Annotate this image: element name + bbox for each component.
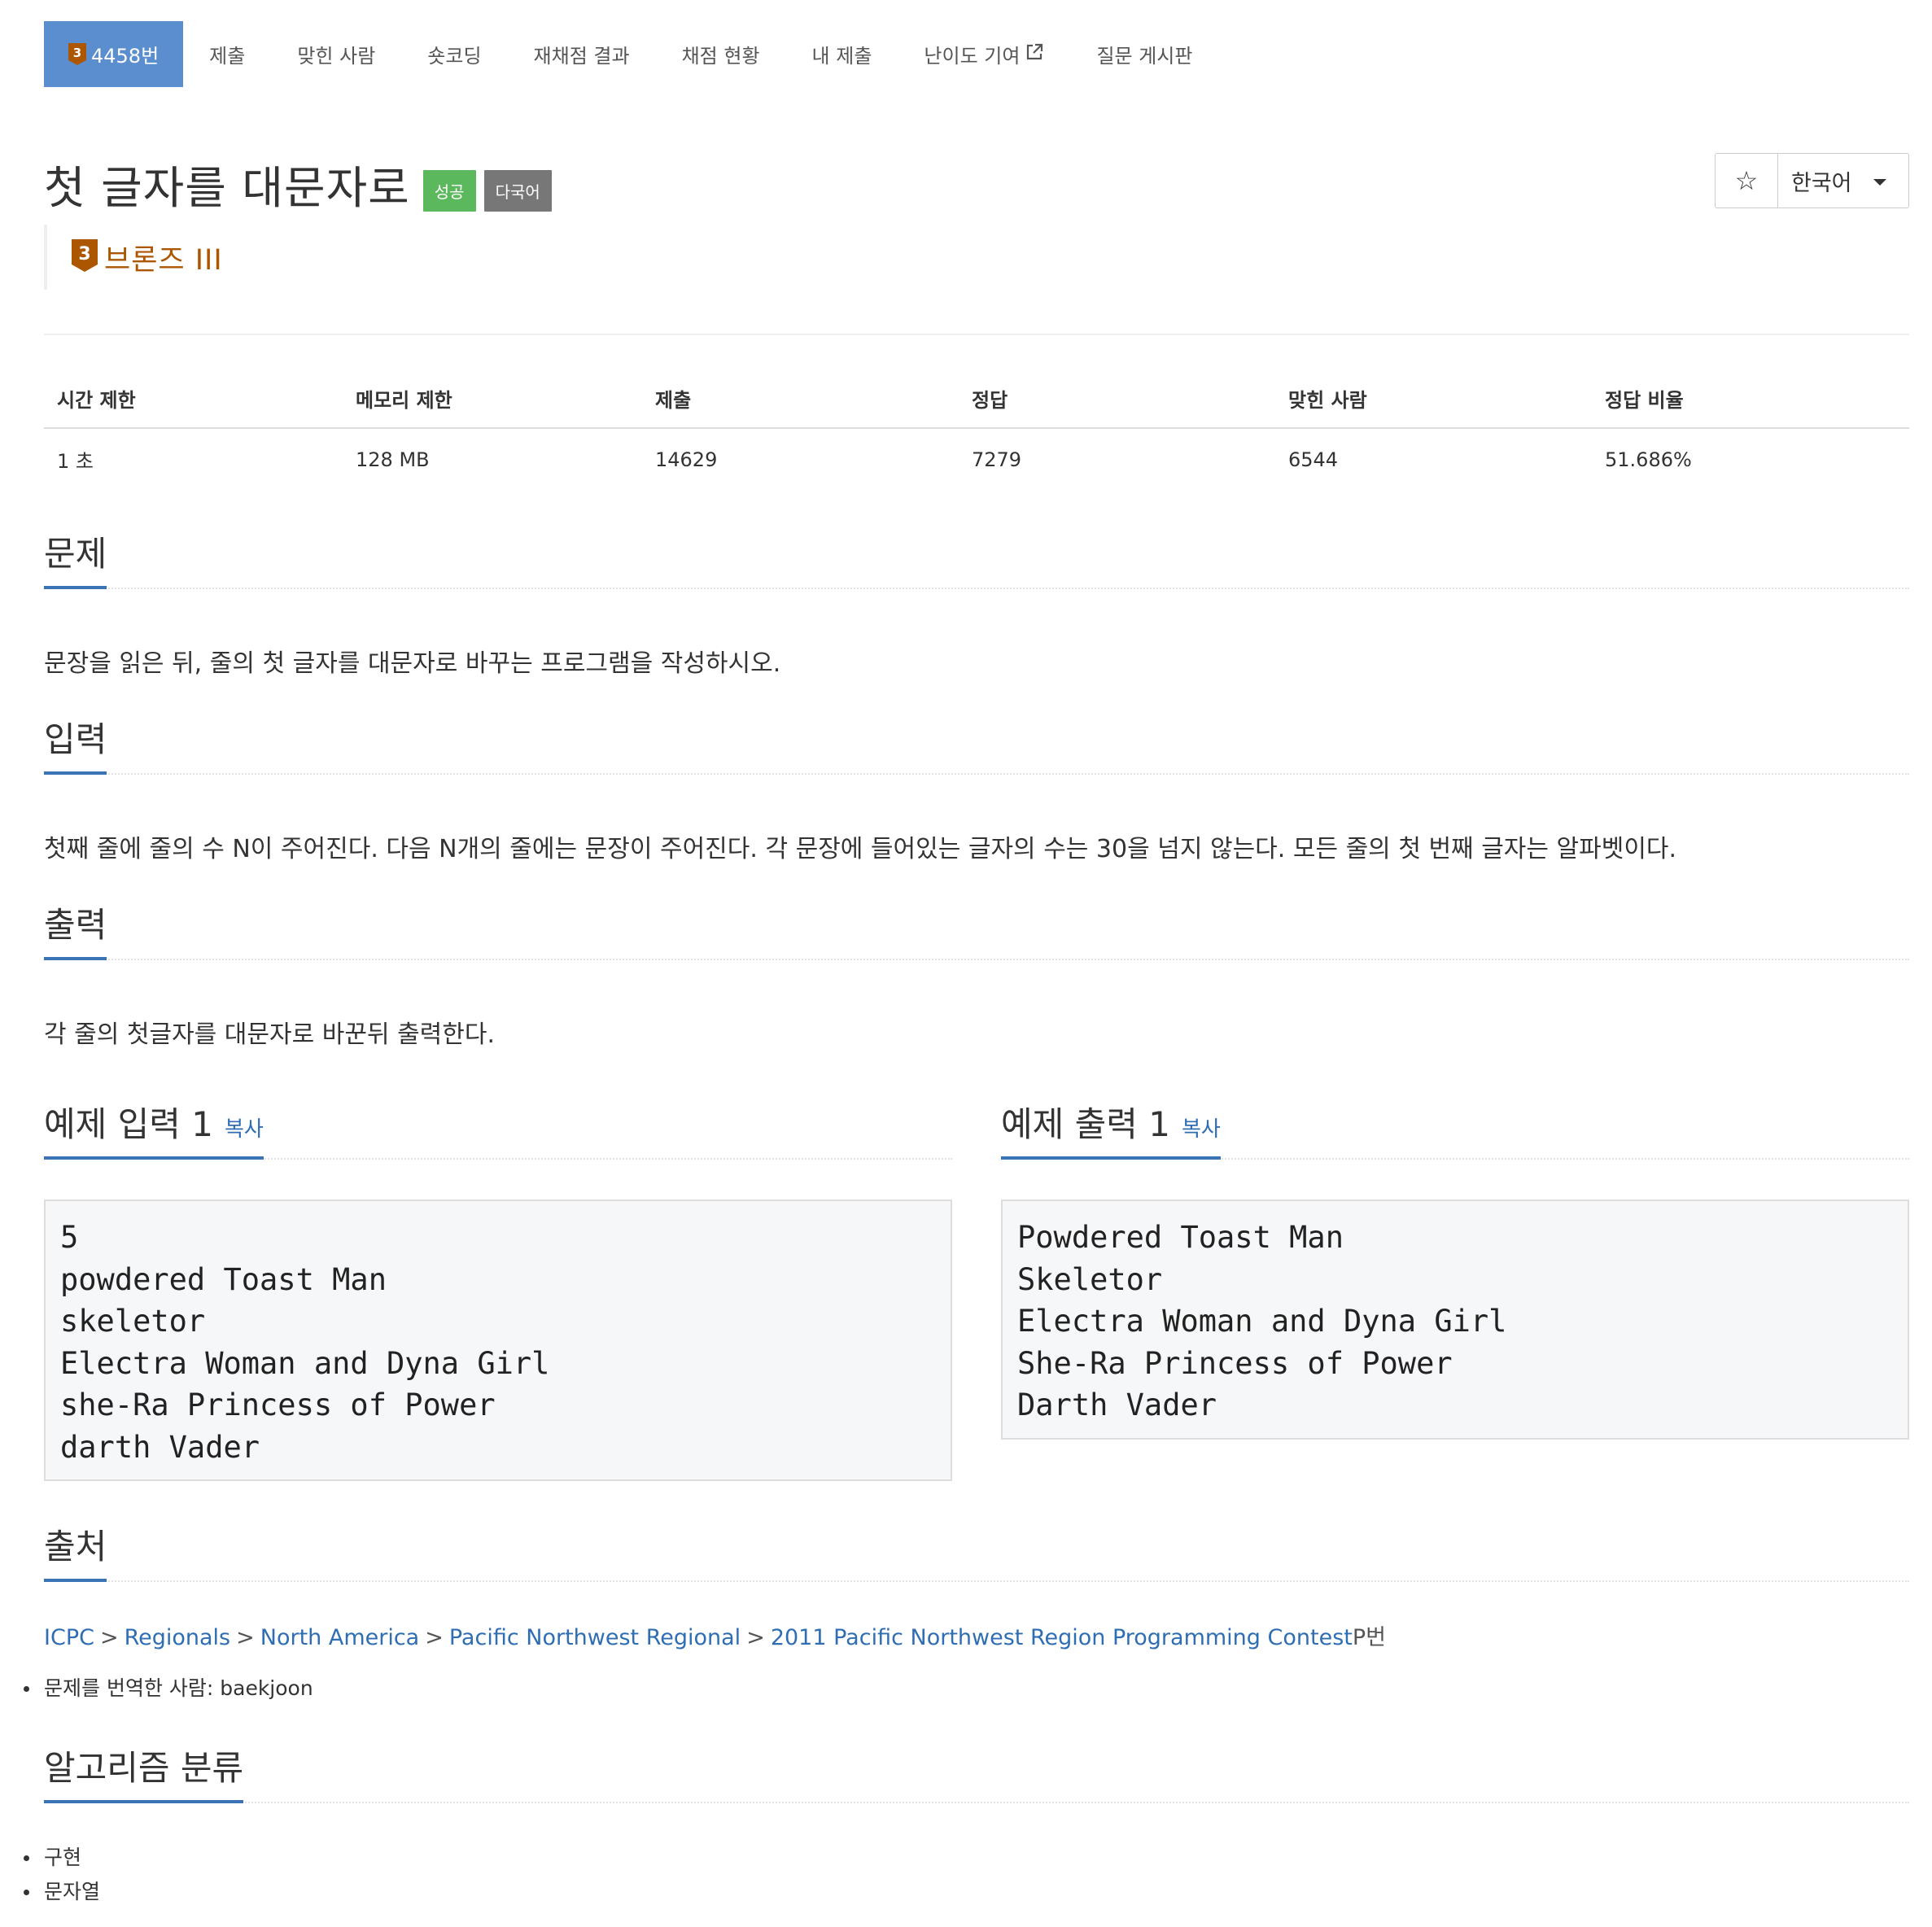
input-title: 입력: [44, 712, 107, 775]
problem-nav: 3 4458번 제출 맞힌 사람 숏코딩 재채점 결과 채점 현황 내 제출 난…: [44, 21, 1218, 87]
multilang-badge: 다국어: [483, 169, 552, 212]
algorithm-title: 알고리즘 분류: [44, 1741, 244, 1803]
nav-problem-number-label: 4458번: [91, 45, 160, 68]
info-header-accepted: 정답: [959, 374, 1275, 429]
info-submissions: 14629: [655, 448, 718, 471]
info-header-ratio: 정답 비율: [1592, 374, 1909, 429]
problem-info-table: 시간 제한 메모리 제한 제출 정답 맞힌 사람 정답 비율 1 초 128 M…: [44, 374, 1909, 485]
problem-tools: ☆ 한국어: [1715, 153, 1909, 208]
sample-output-header: 예제 출력 1 복사: [1001, 1099, 1909, 1160]
input-section-header: 입력: [44, 714, 1909, 775]
output-text: 각 줄의 첫글자를 대문자로 바꾼뒤 출력한다.: [44, 1020, 496, 1049]
nav-my-submissions[interactable]: 내 제출: [786, 21, 898, 87]
output-title: 출력: [44, 898, 107, 960]
sample-output-box[interactable]: Powdered Toast Man Skeletor Electra Woma…: [1001, 1199, 1909, 1440]
page-title: 첫 글자를 대문자로: [44, 162, 410, 214]
bronze-tier-icon: 3: [68, 43, 86, 65]
info-accepted: 7279: [972, 448, 1022, 471]
source-problem-suffix: P번: [1352, 1625, 1386, 1650]
description-section-header: 문제: [44, 529, 1909, 589]
solved-badge: 성공: [422, 169, 476, 212]
sample-output-title-wrap: 예제 출력 1 복사: [1001, 1097, 1221, 1160]
nav-judge-status[interactable]: 채점 현황: [656, 21, 786, 87]
problem-title-row: 첫 글자를 대문자로 성공 다국어: [44, 151, 552, 216]
list-item: 문제를 번역한 사람: baekjoon: [24, 1671, 313, 1706]
svg-text:3: 3: [73, 46, 81, 60]
description-title: 문제: [44, 527, 107, 589]
sample-output-title: 예제 출력 1: [1001, 1104, 1170, 1144]
sample-input-title-wrap: 예제 입력 1 복사: [44, 1097, 264, 1160]
source-link-icpc[interactable]: ICPC: [44, 1625, 94, 1650]
nav-short-coding[interactable]: 숏코딩: [401, 21, 507, 87]
algorithm-tag[interactable]: 구현: [23, 1841, 100, 1875]
nav-solved-users[interactable]: 맞힌 사람: [271, 21, 401, 87]
language-dropdown[interactable]: 한국어: [1778, 154, 1908, 208]
source-link-north-america[interactable]: North America: [260, 1625, 419, 1650]
nav-rejudge-result[interactable]: 재채점 결과: [508, 21, 656, 87]
source-link-contest[interactable]: 2011 Pacific Northwest Region Programmin…: [771, 1625, 1353, 1650]
input-text: 첫째 줄에 줄의 수 N이 주어진다. 다음 N개의 줄에는 문장이 주어진다.…: [44, 835, 1677, 863]
sample-input-header: 예제 입력 1 복사: [44, 1099, 952, 1160]
svg-text:3: 3: [78, 244, 90, 264]
copy-sample-input-button[interactable]: 복사: [225, 1117, 264, 1142]
divider: [44, 334, 1909, 335]
bronze-tier-icon: 3: [72, 239, 98, 275]
info-header-memory-limit: 메모리 제한: [343, 374, 642, 429]
sample-input-box[interactable]: 5 powdered Toast Man skeletor Electra Wo…: [44, 1199, 952, 1481]
info-memory-limit: 128 MB: [356, 448, 430, 471]
source-section-header: 출처: [44, 1522, 1909, 1582]
info-solved-users: 6544: [1288, 448, 1339, 471]
star-icon[interactable]: ☆: [1716, 154, 1778, 208]
source-title: 출처: [44, 1519, 107, 1582]
nav-question-board[interactable]: 질문 게시판: [1070, 21, 1218, 87]
nav-difficulty-contribution[interactable]: 난이도 기여: [898, 21, 1070, 87]
problem-tier: 3 브론즈 III: [44, 225, 223, 290]
sample-input-title: 예제 입력 1: [44, 1104, 213, 1144]
algorithm-tag-list: 구현 문자열: [23, 1841, 100, 1909]
nav-problem-number[interactable]: 3 4458번: [44, 21, 184, 87]
nav-difficulty-label: 난이도 기여: [924, 45, 1021, 68]
tier-label[interactable]: 브론즈 III: [104, 237, 223, 278]
info-header-time-limit: 시간 제한: [44, 374, 343, 429]
info-header-solved-users: 맞힌 사람: [1275, 374, 1592, 429]
language-label: 한국어: [1791, 170, 1852, 196]
external-link-icon: [1025, 42, 1044, 67]
nav-submit[interactable]: 제출: [183, 21, 271, 87]
algorithm-section-header: 알고리즘 분류: [44, 1743, 1909, 1803]
source-link-regionals[interactable]: Regionals: [125, 1625, 231, 1650]
output-section-header: 출력: [44, 900, 1909, 960]
caret-down-icon: [1873, 179, 1886, 186]
info-ratio: 51.686%: [1605, 448, 1692, 471]
algorithm-tag[interactable]: 문자열: [23, 1875, 100, 1909]
breadcrumb: ICPC > Regionals > North America > Pacific Nor…: [44, 1625, 1386, 1650]
source-notes: 문제를 번역한 사람: baekjoon: [24, 1671, 313, 1706]
table-row: 1 초 128 MB 14629 7279 6544 51.686%: [44, 428, 1909, 485]
copy-sample-output-button[interactable]: 복사: [1182, 1117, 1221, 1142]
info-time-limit: 1 초: [57, 450, 94, 473]
info-header-row: 시간 제한 메모리 제한 제출 정답 맞힌 사람 정답 비율: [44, 374, 1909, 429]
info-header-submissions: 제출: [642, 374, 959, 429]
source-link-pacific-northwest-regional[interactable]: Pacific Northwest Regional: [449, 1625, 741, 1650]
description-text: 문장을 읽은 뒤, 줄의 첫 글자를 대문자로 바꾸는 프로그램을 작성하시오.: [44, 649, 781, 678]
